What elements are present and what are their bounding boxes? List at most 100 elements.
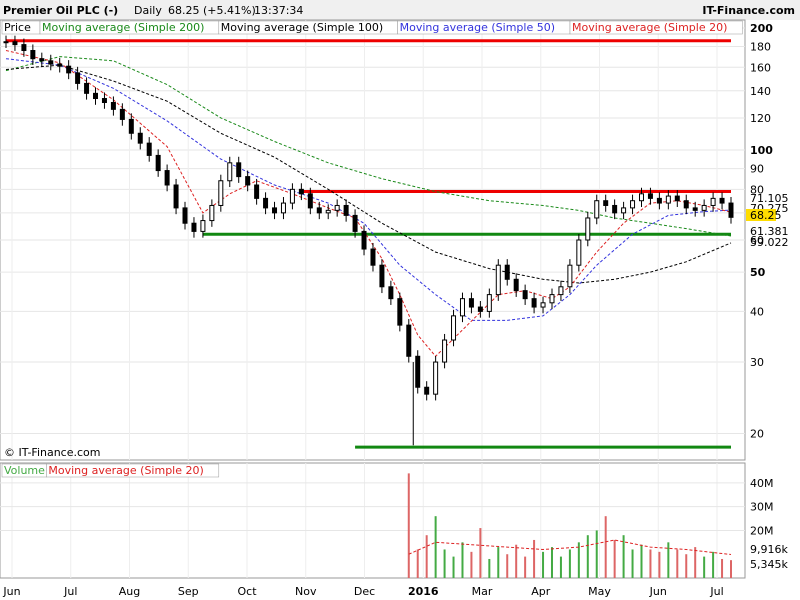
volume-bar xyxy=(470,551,473,578)
candle-body xyxy=(424,386,430,395)
candle-body xyxy=(495,264,501,296)
candle-body xyxy=(433,361,439,395)
chart-title: Premier Oil PLC (-) xyxy=(3,4,118,17)
price-tick-label: 50 xyxy=(750,266,766,279)
candle-body xyxy=(656,197,662,204)
price-tick-label: 120 xyxy=(750,112,771,125)
candle-body xyxy=(155,154,161,172)
candle-body xyxy=(612,204,618,214)
volume-last-labels: 9,916k 5,345k xyxy=(750,543,788,571)
volume-bar xyxy=(595,530,598,578)
volume-bar xyxy=(604,516,607,578)
candle-body xyxy=(647,193,653,199)
candle-body xyxy=(12,41,18,46)
candle-body xyxy=(459,298,465,317)
candle-body xyxy=(370,248,376,266)
x-tick-label: Jun xyxy=(649,585,667,598)
candle-body xyxy=(334,204,340,211)
copyright-label: © IT-Finance.com xyxy=(4,446,101,459)
volume-bar xyxy=(694,547,697,578)
legend-entry: Moving average (Simple 200) xyxy=(42,21,204,34)
volume-axis: 20M 30M 40M xyxy=(750,477,774,538)
candle-body xyxy=(540,302,546,308)
candle-body xyxy=(227,162,233,182)
volume-bar xyxy=(506,554,509,578)
volume-bar xyxy=(542,551,545,578)
candle-body xyxy=(218,180,224,206)
chart-canvas: Premier Oil PLC (-) Daily 68.25 (+5.41%)… xyxy=(0,0,800,598)
candle-body xyxy=(388,286,394,300)
x-tick-label: Apr xyxy=(531,585,551,598)
candle-body xyxy=(119,108,125,120)
candle-body xyxy=(442,339,448,363)
volume-bar xyxy=(452,556,455,578)
volume-bar xyxy=(524,556,527,578)
x-tick-label: May xyxy=(588,585,611,598)
candle-body xyxy=(406,324,412,357)
volume-tick-label: 20M xyxy=(750,524,774,537)
volume-bar xyxy=(703,556,706,578)
volume-bar xyxy=(712,551,715,578)
volume-bar xyxy=(721,558,724,578)
candle-body xyxy=(477,306,483,312)
volume-bar xyxy=(730,560,732,578)
candle-body xyxy=(30,50,36,60)
candle-body xyxy=(3,41,9,44)
candle-body xyxy=(164,170,170,186)
candle-body xyxy=(549,294,555,304)
candle-body xyxy=(513,278,519,292)
candle-body xyxy=(352,214,358,232)
candle-body xyxy=(75,72,81,84)
candle-body xyxy=(289,188,295,204)
volume-legend-entry: Volume xyxy=(4,464,45,477)
candle-body xyxy=(361,230,367,250)
candle-body xyxy=(594,200,600,219)
candle-body xyxy=(200,220,206,232)
candle-body xyxy=(379,264,385,288)
candle-body xyxy=(638,193,644,202)
candle-body xyxy=(209,204,215,222)
price-tick-label: 140 xyxy=(750,85,771,98)
volume-bar xyxy=(586,535,589,578)
candle-body xyxy=(674,195,680,202)
x-tick-label: Jul xyxy=(709,585,723,598)
candle-body xyxy=(316,207,322,214)
volume-bar xyxy=(577,542,580,578)
x-tick-label: Oct xyxy=(237,585,257,598)
candle-body xyxy=(558,286,564,296)
candle-body xyxy=(325,209,331,214)
x-tick-label: Nov xyxy=(295,585,317,598)
volume-last-label: 9,916k xyxy=(750,543,788,556)
volume-bar xyxy=(631,549,634,578)
candle-body xyxy=(710,197,716,206)
candle-body xyxy=(683,200,689,209)
volume-bar xyxy=(425,535,428,578)
volume-tick-label: 40M xyxy=(750,477,774,490)
price-tick-label: 90 xyxy=(750,163,764,176)
volume-bar xyxy=(613,539,616,578)
legend-entry: Moving average (Simple 100) xyxy=(221,21,383,34)
candle-body xyxy=(21,44,27,52)
volume-bar xyxy=(667,542,670,578)
candle-body xyxy=(585,217,591,241)
candle-body xyxy=(397,298,403,326)
volume-bar xyxy=(658,551,661,578)
chart-interval: Daily xyxy=(134,4,162,17)
price-tick-label: 20 xyxy=(750,427,764,440)
candle-body xyxy=(57,63,63,67)
chart-time: 13:37:34 xyxy=(254,4,303,17)
candle-body xyxy=(263,197,269,209)
volume-last-label: 5,345k xyxy=(750,558,788,571)
header-bar xyxy=(0,0,800,20)
volume-bar xyxy=(416,549,419,578)
candle-body xyxy=(245,176,251,186)
candle-body xyxy=(343,204,349,216)
candle-body xyxy=(522,290,528,300)
candle-body xyxy=(93,92,99,100)
volume-bar xyxy=(640,544,643,578)
volume-bar xyxy=(461,542,464,578)
brand-label: IT-Finance.com xyxy=(702,4,795,17)
candle-body xyxy=(576,239,582,266)
legend-entry: Moving average (Simple 50) xyxy=(400,21,555,34)
volume-bar xyxy=(497,547,500,578)
